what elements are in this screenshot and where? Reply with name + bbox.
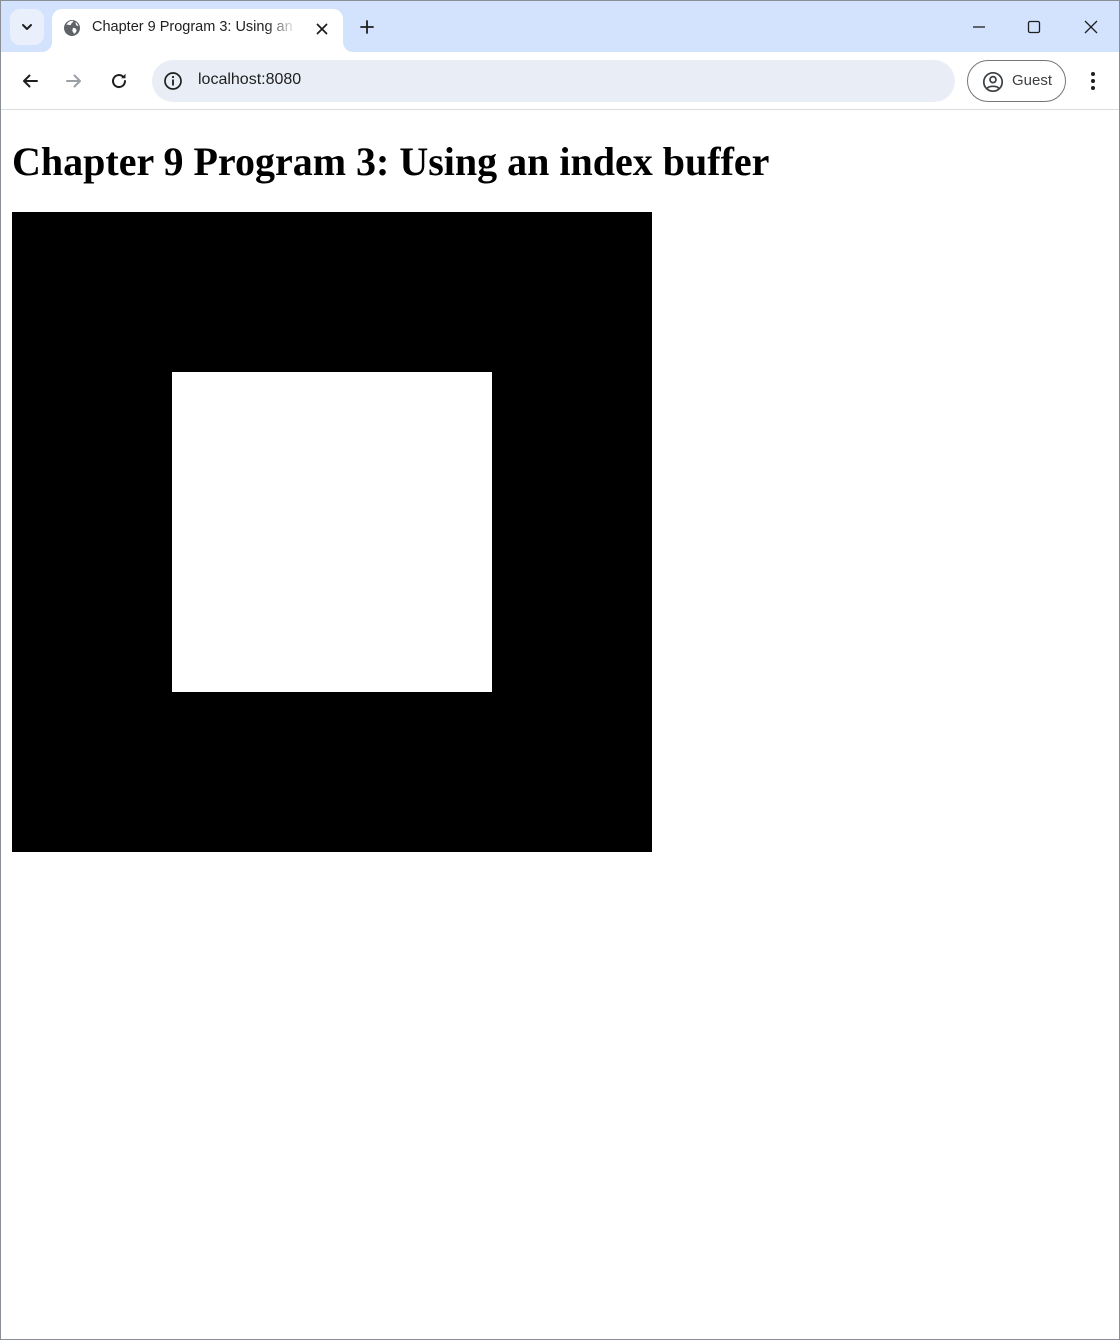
plus-icon (360, 20, 374, 34)
reload-button[interactable] (104, 66, 134, 96)
page-content: Chapter 9 Program 3: Using an index buff… (1, 111, 1119, 1339)
more-vert-icon (1091, 72, 1095, 90)
info-icon (164, 72, 182, 90)
rendered-square (172, 372, 492, 692)
minimize-button[interactable] (965, 13, 993, 41)
back-button[interactable] (15, 66, 45, 96)
tab-search-button[interactable] (10, 9, 44, 45)
maximize-button[interactable] (1020, 13, 1048, 41)
url-text: localhost:8080 (198, 71, 302, 88)
site-info-button[interactable] (162, 70, 184, 92)
address-bar[interactable]: localhost:8080 (152, 60, 955, 102)
active-tab[interactable]: Chapter 9 Program 3: Using an index buff… (52, 9, 343, 52)
reload-icon (112, 73, 127, 89)
arrow-left-icon (23, 74, 38, 88)
browser-window: Chapter 9 Program 3: Using an index buff… (0, 0, 1120, 1340)
close-icon (316, 23, 328, 35)
maximize-icon (1027, 20, 1041, 34)
close-icon (1084, 20, 1098, 34)
chevron-down-icon (22, 24, 32, 30)
close-tab-button[interactable] (311, 18, 333, 40)
arrow-right-icon (66, 74, 81, 88)
profile-button[interactable]: Guest (967, 60, 1066, 102)
profile-label: Guest (1012, 72, 1053, 89)
new-tab-button[interactable] (355, 15, 379, 39)
globe-icon (64, 20, 80, 36)
forward-button[interactable] (59, 66, 89, 96)
close-window-button[interactable] (1077, 13, 1105, 41)
browser-menu-button[interactable] (1081, 66, 1105, 96)
page-heading: Chapter 9 Program 3: Using an index buff… (12, 139, 770, 184)
browser-toolbar: localhost:8080 Guest (1, 52, 1119, 110)
webgl-canvas (12, 212, 652, 852)
minimize-icon (973, 26, 985, 28)
tab-strip: Chapter 9 Program 3: Using an index buff… (1, 1, 1119, 52)
account-circle-icon (982, 71, 1004, 93)
tab-title: Chapter 9 Program 3: Using an index buff… (92, 19, 297, 35)
